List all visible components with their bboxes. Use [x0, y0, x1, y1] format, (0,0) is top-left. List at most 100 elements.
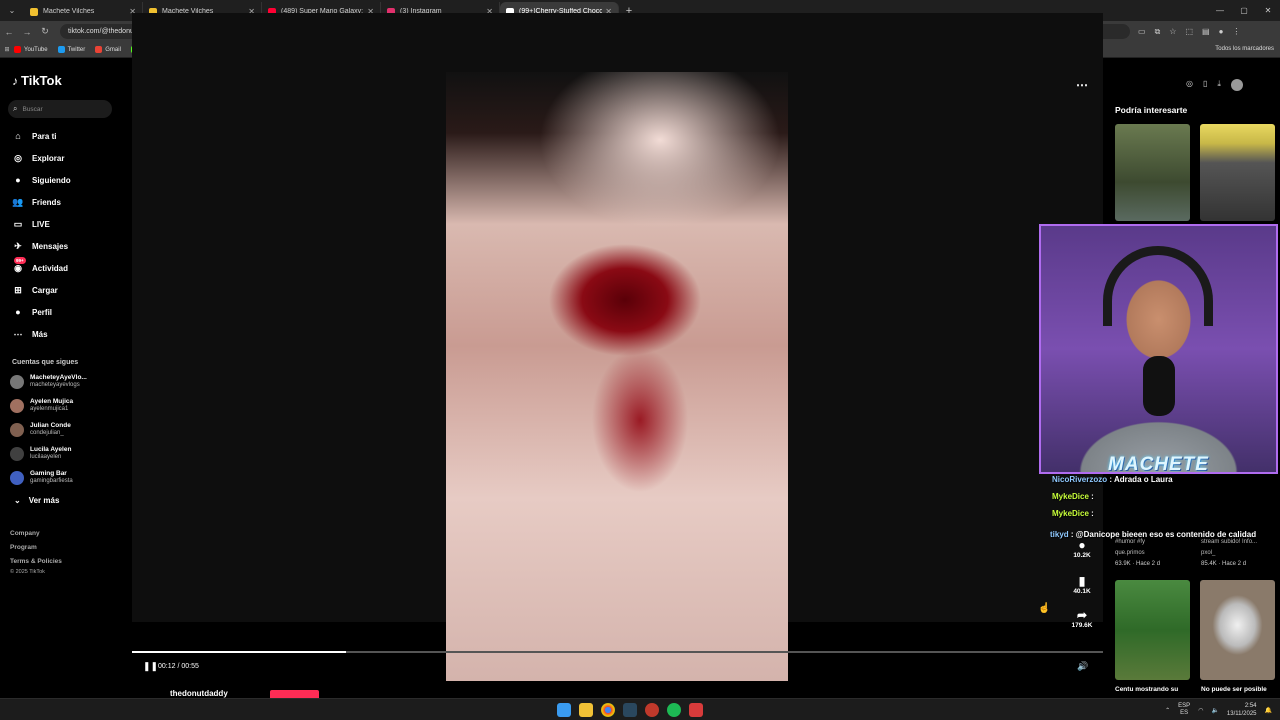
- translate-icon[interactable]: ⧉: [1155, 27, 1161, 37]
- video-frame[interactable]: [446, 72, 788, 681]
- clock-time: 2:54: [1244, 703, 1257, 709]
- compass-icon[interactable]: ◎: [1186, 79, 1193, 91]
- rec-tag-left-2: que.primos: [1115, 550, 1145, 556]
- install-app-icon[interactable]: ▭: [1138, 27, 1146, 37]
- live-icon: ▭: [13, 218, 23, 229]
- sidebar-item-explorar[interactable]: ◎ Explorar: [12, 151, 64, 165]
- clock[interactable]: 2:54 13/11/2025: [1227, 702, 1257, 718]
- extensions-icon[interactable]: ⬚: [1185, 27, 1193, 37]
- action-bookmark[interactable]: ▮ 40.1K: [1062, 574, 1102, 595]
- forward-icon[interactable]: →: [18, 27, 36, 37]
- share-icon: ➦: [1076, 608, 1088, 622]
- minimize-icon[interactable]: —: [1208, 0, 1232, 21]
- chat-message: NicoRiverzozo : Adrada o Laura: [1052, 475, 1173, 484]
- sidebar-item-actividad[interactable]: ◉ 99+ Actividad: [12, 257, 68, 275]
- progress-fill: [132, 651, 346, 653]
- streamer-name: MACHETE: [1108, 454, 1209, 475]
- all-bookmarks[interactable]: Todos los marcadores: [1215, 46, 1274, 52]
- sidebar: ♪ TikTok ⌕ Buscar ⌂ Para ti ◎ Explorar ● Siguie…: [0, 59, 124, 698]
- clock-date: 13/11/2025: [1226, 711, 1257, 717]
- bookmark-item[interactable]: Twitter: [57, 46, 86, 53]
- sidebar-item-label: LIVE: [32, 219, 50, 229]
- sidebar-item-friends[interactable]: 👥 Friends: [12, 195, 61, 209]
- sidebar-item-cargar[interactable]: ⊞ Cargar: [12, 283, 58, 297]
- bookmark-item[interactable]: YouTube: [14, 46, 48, 53]
- sidebar-item-más[interactable]: ⋯ Más: [12, 327, 48, 341]
- maximize-icon[interactable]: ▢: [1232, 0, 1256, 21]
- profile-avatar-icon[interactable]: ●: [1219, 27, 1224, 37]
- sidebar-item-para-ti[interactable]: ⌂ Para ti: [12, 129, 56, 143]
- sidebar-item-perfil[interactable]: ● Perfil: [12, 305, 52, 319]
- search-input[interactable]: ⌕ Buscar: [8, 100, 112, 118]
- chat-user: tikyd: [1050, 530, 1069, 539]
- download-icon[interactable]: ⤓: [1217, 79, 1221, 91]
- sidebar-item-live[interactable]: ▭ LIVE: [12, 217, 50, 231]
- pause-icon[interactable]: ❚❚: [143, 661, 158, 672]
- sidebar-item-label: Perfil: [32, 307, 53, 317]
- windows-start-icon[interactable]: [557, 703, 571, 717]
- chat-message: MykeDice :: [1052, 492, 1094, 501]
- tray-chevron-icon[interactable]: ⌃: [1165, 707, 1170, 714]
- notification-icon[interactable]: 🔔: [1265, 707, 1272, 714]
- calendar-icon[interactable]: [689, 703, 703, 717]
- tiktok-logo[interactable]: ♪ TikTok: [12, 73, 62, 88]
- bookmark-favicon-icon: [57, 46, 65, 53]
- footer-link[interactable]: Terms & Policies: [10, 558, 62, 565]
- user-avatar[interactable]: [1230, 79, 1243, 91]
- tab-search-icon[interactable]: ⌄: [0, 0, 24, 21]
- ver-mas-button[interactable]: ⌄ Ver más: [14, 496, 59, 505]
- sidebar-item-siguiendo[interactable]: ● Siguiendo: [12, 173, 70, 187]
- following-account[interactable]: Lucila Ayelen lucilaayelen: [10, 446, 71, 461]
- footer-link: © 2025 TikTok: [10, 569, 45, 575]
- rec-thumb-4[interactable]: [1200, 580, 1275, 680]
- following-account[interactable]: Gaming Bar gamingbarfiesta: [10, 470, 73, 485]
- bookmark-label: Gmail: [105, 46, 121, 53]
- star-icon[interactable]: ☆: [1169, 27, 1176, 37]
- sidebar-item-mensajes[interactable]: ✈ Mensajes: [12, 239, 68, 253]
- volume-icon[interactable]: 🔊: [1077, 661, 1088, 672]
- headset-shape: [1103, 246, 1213, 326]
- action-share[interactable]: ➦ 179.6K: [1062, 608, 1102, 629]
- reload-icon[interactable]: ↻: [36, 26, 54, 37]
- following-account[interactable]: Julian Conde condejulian_: [10, 422, 71, 437]
- sidebar-item-label: Mensajes: [32, 241, 69, 251]
- following-account[interactable]: MacheteyAyeVlo... macheteyayevlogs: [10, 374, 87, 389]
- more-options-icon[interactable]: ⋯: [1076, 78, 1088, 92]
- chrome-icon[interactable]: [601, 703, 615, 717]
- footer-link[interactable]: Program: [10, 544, 37, 551]
- tray-lang[interactable]: ESP ES: [1178, 703, 1190, 717]
- messages-icon: ✈: [14, 240, 22, 251]
- sidebar-icon[interactable]: ▤: [1202, 27, 1210, 37]
- spotify-icon[interactable]: [667, 703, 681, 717]
- logo-text: TikTok: [21, 73, 62, 88]
- following-account[interactable]: Ayelen Mujica ayelenmujica1: [10, 398, 73, 413]
- rec-thumb-1[interactable]: [1115, 124, 1190, 221]
- mouse-cursor-icon: ☝: [1038, 603, 1051, 614]
- microphone-shape: [1143, 356, 1175, 416]
- steam-icon[interactable]: [623, 703, 637, 717]
- file-explorer-icon[interactable]: [579, 703, 593, 717]
- browser-tab[interactable]: Machete Vilches ✕: [24, 2, 143, 21]
- bookmark-label: Twitter: [67, 46, 86, 53]
- app-icon[interactable]: [645, 703, 659, 717]
- device-icon[interactable]: ▯: [1203, 79, 1207, 91]
- apps-icon[interactable]: ⊞: [0, 46, 14, 53]
- wifi-icon[interactable]: ◠: [1198, 707, 1203, 714]
- video-author[interactable]: thedonutdaddy: [170, 689, 228, 698]
- rec-thumb-3[interactable]: [1115, 580, 1190, 680]
- account-handle: condejulian_: [30, 430, 64, 436]
- back-icon[interactable]: ←: [0, 27, 18, 37]
- tiktok-note-icon: ♪: [12, 73, 18, 88]
- chat-user: MykeDice: [1052, 509, 1089, 518]
- ver-mas-label: Ver más: [28, 496, 60, 505]
- bookmark-item[interactable]: Gmail: [95, 46, 121, 53]
- footer-link[interactable]: Company: [10, 530, 40, 537]
- progress-bar[interactable]: [132, 651, 1103, 653]
- chat-user: MykeDice: [1052, 492, 1089, 501]
- close-window-icon[interactable]: ✕: [1256, 0, 1280, 21]
- upload-icon: ⊞: [14, 284, 22, 295]
- menu-icon[interactable]: ⋮: [1232, 27, 1240, 37]
- rec-thumb-2[interactable]: [1200, 124, 1275, 221]
- rec-stat-right: 85.4K · Hace 2 d: [1201, 561, 1247, 567]
- speaker-icon[interactable]: 🔈: [1211, 707, 1218, 714]
